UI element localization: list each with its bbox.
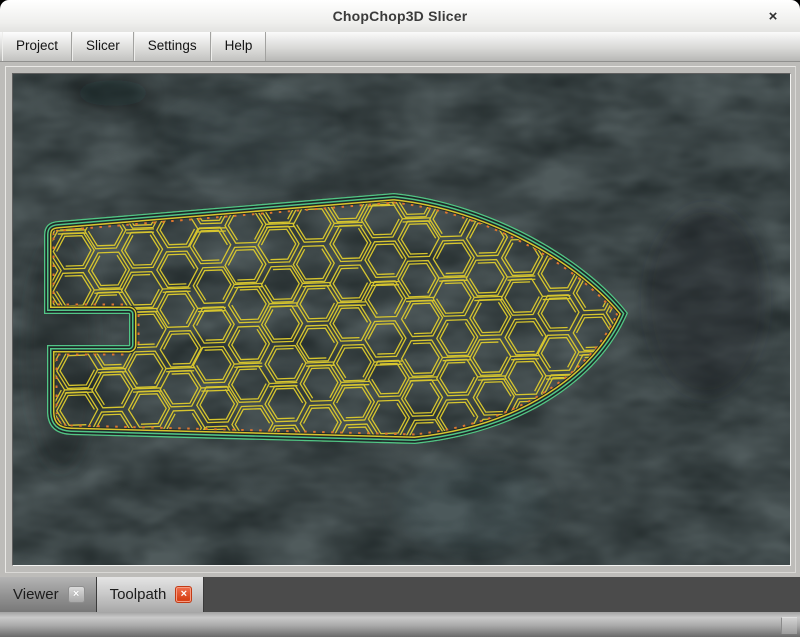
tab-viewer-close-icon[interactable]: × [67,586,85,603]
window-title: ChopChop3D Slicer [332,8,468,24]
tab-toolpath-label: Toolpath [109,586,167,603]
tab-bar: Viewer × Toolpath × [0,577,800,612]
toolpath-preview [13,74,790,565]
menu-item-project[interactable]: Project [2,32,73,61]
status-bar [0,612,800,637]
tab-viewer[interactable]: Viewer × [0,577,97,612]
tab-viewer-label: Viewer [13,586,59,603]
viewport-frame [0,62,800,577]
tab-toolpath[interactable]: Toolpath × [96,577,205,612]
window-close-icon[interactable]: × [762,0,784,32]
tab-toolpath-close-icon[interactable]: × [175,586,193,603]
menu-item-slicer[interactable]: Slicer [72,32,134,61]
titlebar: ChopChop3D Slicer × [0,0,800,33]
menu-item-settings[interactable]: Settings [133,32,211,61]
menubar: Project Slicer Settings Help [0,32,800,62]
resize-grip[interactable] [781,617,797,634]
toolpath-canvas[interactable] [12,73,791,566]
app-window: ChopChop3D Slicer × Project Slicer Setti… [0,0,800,637]
menu-item-help[interactable]: Help [210,32,267,61]
